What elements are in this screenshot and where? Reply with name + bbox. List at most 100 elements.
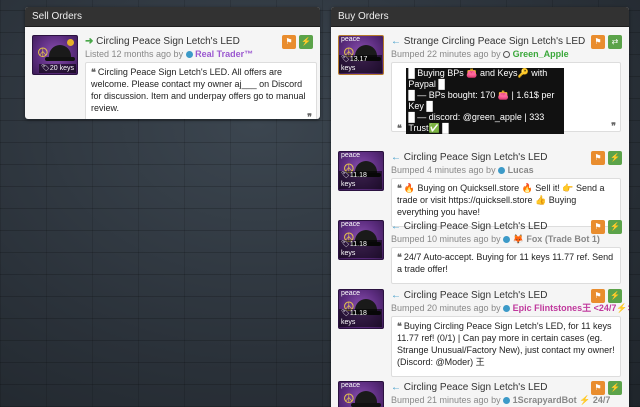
listing-title[interactable]: ← Circling Peace Sign Letch's LED bbox=[391, 220, 622, 233]
listing-comment: ❝ 24/7 Auto-accept. Buying for 11 keys 11… bbox=[391, 247, 621, 284]
sell-arrow-icon: ➜ bbox=[85, 36, 94, 47]
quote-open-icon: ❝ bbox=[91, 67, 96, 77]
item-name[interactable]: Strange Circling Peace Sign Letch's LED bbox=[404, 36, 585, 47]
tag-icon: 🏷 bbox=[341, 172, 350, 179]
comment-line: █ — BPs bought: 170 👛 | 1.61$ per Key █ bbox=[408, 90, 555, 111]
comment-ascii-box: █ Buying BPs 👛 and Keys🔑 with Paypal █ █… bbox=[406, 68, 565, 134]
listing-meta: Bumped 4 minutes ago by Lucas bbox=[391, 164, 622, 176]
peace-label: peace bbox=[341, 221, 361, 228]
listing-title[interactable]: ➜ Circling Peace Sign Letch's LED bbox=[85, 35, 313, 48]
price-tag: 🏷11.18 keys bbox=[339, 309, 382, 327]
tag-icon: 🏷 bbox=[40, 65, 50, 72]
price-marker-icon bbox=[67, 39, 74, 46]
listing-time: Listed 12 months ago by bbox=[85, 49, 184, 59]
item-name[interactable]: Circling Peace Sign Letch's LED bbox=[96, 36, 240, 47]
listing-time: Bumped 21 minutes ago by bbox=[391, 395, 501, 405]
quote-open-icon: ❝ bbox=[397, 321, 402, 331]
listing-title[interactable]: ← Strange Circling Peace Sign Letch's LE… bbox=[391, 35, 622, 48]
item-name[interactable]: Circling Peace Sign Letch's LED bbox=[404, 290, 548, 301]
report-button[interactable]: ⚑ bbox=[591, 220, 605, 234]
comment-line: █ Buying BPs 👛 and Keys🔑 with Paypal █ bbox=[408, 68, 548, 89]
listing-meta: Bumped 22 minutes ago by Green_Apple bbox=[391, 48, 622, 60]
quote-close-icon: ❞ bbox=[307, 112, 312, 120]
peace-label: peace bbox=[341, 382, 361, 389]
listing-body: ← Circling Peace Sign Letch's LED Bumped… bbox=[391, 289, 629, 377]
instant-trade-button[interactable]: ⚡ bbox=[299, 35, 313, 49]
listing-meta: Bumped 21 minutes ago by 1ScrapyardBot ⚡… bbox=[391, 394, 622, 406]
user-link[interactable]: 🦊 Fox (Trade Bot 1) bbox=[513, 234, 600, 244]
online-status-icon bbox=[503, 236, 511, 243]
report-button[interactable]: ⚑ bbox=[591, 151, 605, 165]
buy-arrow-icon: ← bbox=[391, 221, 401, 232]
hat-brim bbox=[45, 57, 75, 61]
offline-status-icon bbox=[503, 51, 511, 58]
listing-comment: ❝ Buying Circling Peace Sign Letch's LED,… bbox=[391, 316, 621, 377]
quote-open-icon: ❝ bbox=[397, 183, 402, 193]
listing-body: ← Strange Circling Peace Sign Letch's LE… bbox=[391, 35, 622, 134]
item-name[interactable]: Circling Peace Sign Letch's LED bbox=[404, 221, 548, 232]
listing-actions: ⚑ ⚡ bbox=[591, 381, 622, 395]
instant-trade-button[interactable]: ⚡ bbox=[608, 289, 622, 303]
buy-arrow-icon: ← bbox=[391, 290, 401, 301]
price-tag: 🏷20 keys bbox=[38, 64, 76, 73]
item-icon[interactable]: peace ☮ 🏷11.18 keys bbox=[338, 289, 384, 329]
report-button[interactable]: ⚑ bbox=[591, 35, 605, 49]
comment-text: 24/7 Auto-accept. Buying for 11 keys 11.… bbox=[397, 252, 614, 274]
listing-body: ➜ Circling Peace Sign Letch's LED Listed… bbox=[85, 35, 317, 119]
price-tag: 🏷13.17 keys bbox=[339, 55, 382, 73]
quote-open-icon: ❝ bbox=[397, 252, 402, 262]
sell-orders-header: Sell Orders bbox=[25, 7, 320, 27]
listing-time: Bumped 20 minutes ago by bbox=[391, 303, 501, 313]
item-name[interactable]: Circling Peace Sign Letch's LED bbox=[404, 152, 548, 163]
buy-orders-panel: Buy Orders peace ☮ 🏷13.17 keys ← Strange… bbox=[331, 7, 629, 407]
comment-text: Circling Peace Sign Letch's LED. All off… bbox=[91, 67, 306, 113]
buy-arrow-icon: ← bbox=[391, 36, 401, 47]
user-link[interactable]: 1ScrapyardBot ⚡ 24/7 bbox=[513, 395, 611, 405]
quote-close-icon: ❞ bbox=[611, 121, 616, 131]
tag-icon: 🏷 bbox=[341, 241, 350, 248]
item-icon[interactable]: peace ☮ bbox=[338, 381, 384, 407]
item-icon[interactable]: peace ☮ 🏷11.18 keys bbox=[338, 151, 384, 191]
price-value: 20 keys bbox=[49, 65, 74, 72]
listing-time: Bumped 22 minutes ago by bbox=[391, 49, 501, 59]
price-tag: 🏷11.18 keys bbox=[339, 171, 382, 189]
report-button[interactable]: ⚑ bbox=[591, 381, 605, 395]
item-icon[interactable]: peace ☮ 🏷11.18 keys bbox=[338, 220, 384, 260]
listing-actions: ⚑ ⚡ bbox=[591, 220, 622, 234]
listing-time: Bumped 10 minutes ago by bbox=[391, 234, 501, 244]
listing-comment: ❝ Circling Peace Sign Letch's LED. All of… bbox=[85, 62, 317, 119]
listing-body: ← Circling Peace Sign Letch's LED Bumped… bbox=[391, 381, 622, 406]
buy-arrow-icon: ← bbox=[391, 382, 401, 393]
peace-label: peace bbox=[341, 290, 361, 297]
instant-trade-button[interactable]: ⚡ bbox=[608, 151, 622, 165]
trade-offer-button[interactable]: ⇄ bbox=[608, 35, 622, 49]
tag-icon: 🏷 bbox=[341, 310, 350, 317]
report-button[interactable]: ⚑ bbox=[282, 35, 296, 49]
instant-trade-button[interactable]: ⚡ bbox=[608, 220, 622, 234]
user-link[interactable]: Green_Apple bbox=[513, 49, 569, 59]
comment-line: █ — discord: @green_apple | 333 Trust✅ █ bbox=[408, 112, 545, 133]
user-link[interactable]: Epic Flintstones王 <24/7⚡> ⚡ bbox=[513, 303, 629, 313]
comment-text: Buying Circling Peace Sign Letch's LED, … bbox=[397, 321, 615, 367]
listing-actions: ⚑ ⚡ bbox=[591, 289, 622, 303]
buy-arrow-icon: ← bbox=[391, 152, 401, 163]
report-button[interactable]: ⚑ bbox=[591, 289, 605, 303]
item-icon[interactable]: peace ☮ 🏷13.17 keys bbox=[338, 35, 384, 75]
listing-title[interactable]: ← Circling Peace Sign Letch's LED bbox=[391, 151, 622, 164]
online-status-icon bbox=[503, 305, 511, 312]
listing-meta: Bumped 20 minutes ago by Epic Flintstone… bbox=[391, 302, 629, 314]
item-name[interactable]: Circling Peace Sign Letch's LED bbox=[404, 382, 548, 393]
listing-actions: ⚑ ⚡ bbox=[591, 151, 622, 165]
online-status-icon bbox=[503, 397, 511, 404]
user-link[interactable]: Real Trader™ bbox=[195, 49, 253, 59]
listing-title[interactable]: ← Circling Peace Sign Letch's LED bbox=[391, 381, 622, 394]
listing-title[interactable]: ← Circling Peace Sign Letch's LED bbox=[391, 289, 622, 302]
online-status-icon bbox=[498, 167, 506, 174]
item-icon[interactable]: ☮ 🏷20 keys bbox=[32, 35, 78, 75]
instant-trade-button[interactable]: ⚡ bbox=[608, 381, 622, 395]
user-link[interactable]: Lucas bbox=[508, 165, 534, 175]
peace-label: peace bbox=[341, 152, 361, 159]
online-status-icon bbox=[185, 51, 193, 58]
peace-label: peace bbox=[341, 36, 361, 43]
hat-brim bbox=[351, 403, 381, 407]
